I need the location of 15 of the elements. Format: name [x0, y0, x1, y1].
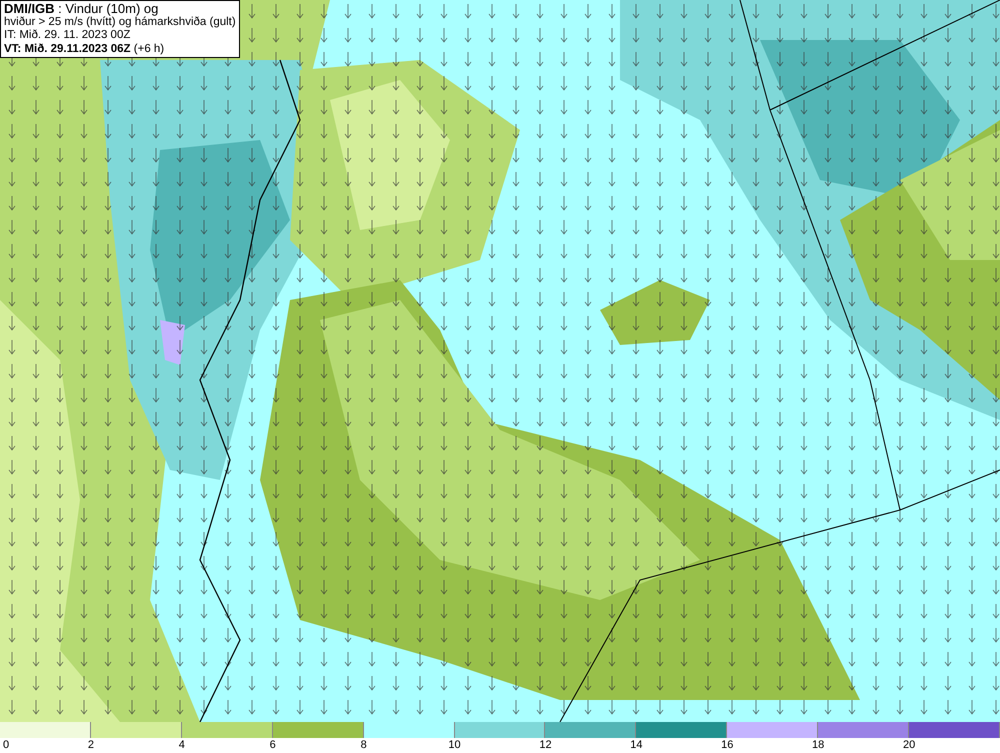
legend-tick-label: 8 — [360, 739, 367, 751]
legend-tick-label: 10 — [448, 739, 461, 751]
title-line: hviður > 25 m/s (hvítt) og hámarkshviða (gult) — [4, 16, 236, 29]
legend-tick-label: 0 — [2, 739, 10, 751]
legend-tick-label: 12 — [539, 739, 552, 751]
title-line: IT: Mið. 29. 11. 2023 00Z — [4, 29, 132, 42]
legend-tick-label: 18 — [812, 739, 824, 751]
legend-tick-label: 6 — [270, 739, 276, 751]
title-line: DMI/IGB : Vindur (10m) og — [4, 2, 160, 16]
legend-tick-label: 20 — [902, 739, 916, 751]
title-line: VT: Mið. 29.11.2023 06Z (+6 h) — [4, 42, 166, 56]
legend-tick-label: 14 — [630, 739, 642, 751]
legend-tick-label: 4 — [178, 739, 185, 751]
legend-tick-label: 2 — [88, 739, 94, 751]
legend-tick-label: 16 — [721, 739, 734, 751]
